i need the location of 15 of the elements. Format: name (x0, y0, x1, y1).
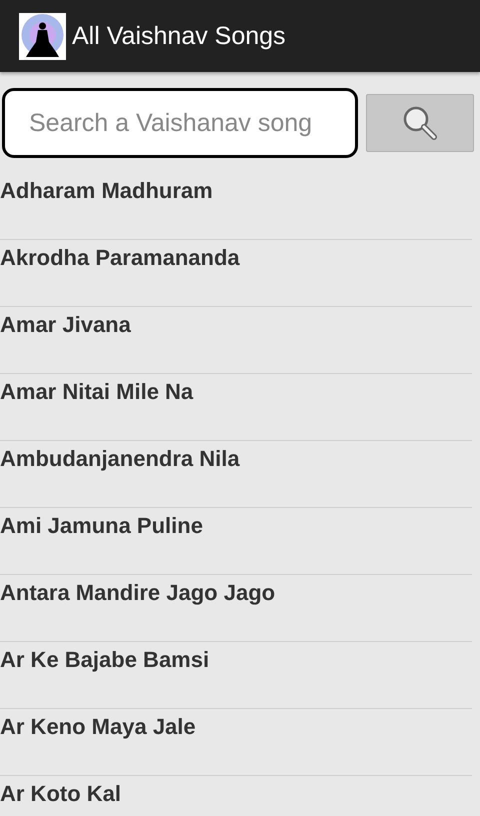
song-item[interactable]: Akrodha Paramananda (0, 245, 240, 271)
app-title: All Vaishnav Songs (72, 22, 286, 50)
song-item[interactable]: Ar Koto Kal (0, 781, 121, 807)
search-button[interactable] (366, 94, 474, 152)
song-item[interactable]: Ami Jamuna Puline (0, 513, 203, 539)
search-field[interactable]: Search a Vaishanav song (2, 88, 358, 158)
song-item[interactable]: Ar Keno Maya Jale (0, 714, 196, 740)
search-icon (401, 104, 439, 142)
song-item[interactable]: Ar Ke Bajabe Bamsi (0, 647, 210, 673)
song-item[interactable]: Ambudanjanendra Nila (0, 446, 240, 472)
song-item[interactable]: Adharam Madhuram (0, 178, 213, 204)
song-item[interactable]: Amar Jivana (0, 312, 131, 338)
song-item[interactable]: Antara Mandire Jago Jago (0, 580, 276, 606)
song-item[interactable]: Amar Nitai Mile Na (0, 379, 194, 405)
app-logo-icon (19, 12, 66, 60)
